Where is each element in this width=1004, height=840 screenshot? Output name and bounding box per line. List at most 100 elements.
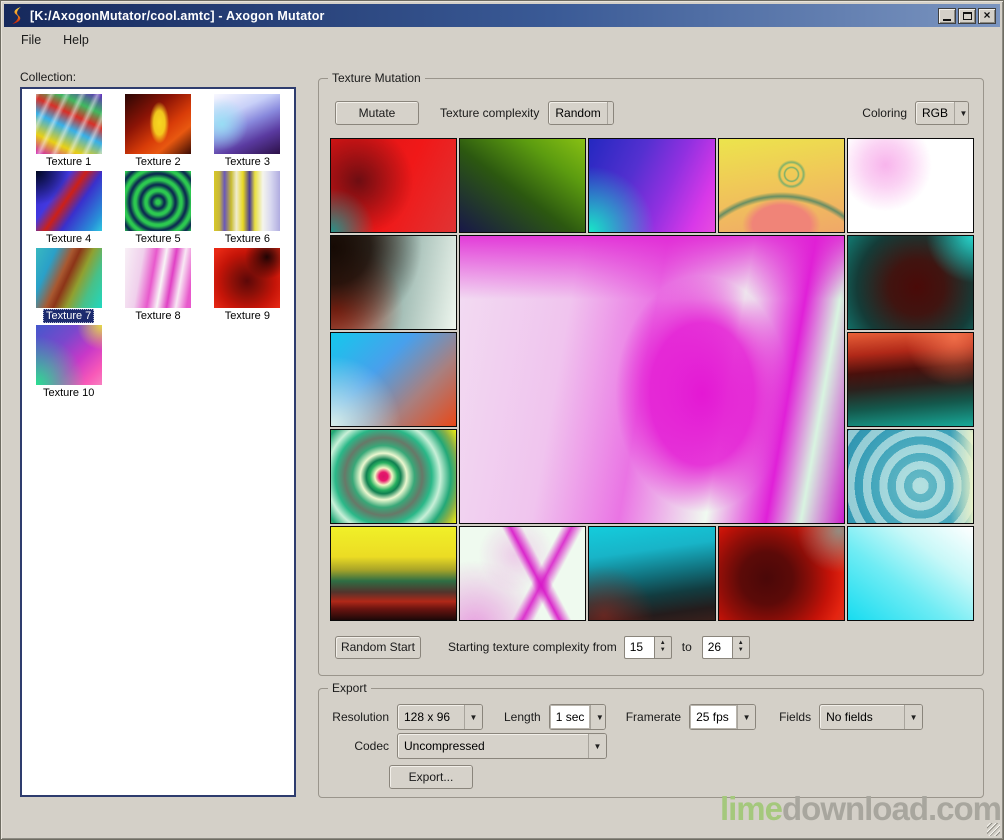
- codec-value: Uncompressed: [398, 734, 588, 758]
- menu-help[interactable]: Help: [54, 30, 98, 50]
- minimize-button[interactable]: [938, 8, 956, 24]
- collection-item[interactable]: Texture 8: [113, 248, 202, 325]
- texture-label: Texture 5: [132, 232, 183, 246]
- spin-down-icon[interactable]: ▼: [660, 647, 666, 654]
- collection-list[interactable]: Texture 1 Texture 2 Texture 3 Texture 4 …: [20, 87, 296, 797]
- chevron-down-icon: ▼: [588, 734, 606, 758]
- spin-up-icon[interactable]: ▲: [738, 640, 744, 647]
- texture-preview-cell[interactable]: [330, 526, 457, 621]
- texture-preview-cell[interactable]: [459, 138, 586, 233]
- texture-preview-cell[interactable]: [330, 429, 457, 524]
- texture-mutation-group: Texture Mutation Mutate Texture complexi…: [318, 78, 984, 676]
- export-group-label: Export: [328, 681, 371, 695]
- random-start-button[interactable]: Random Start: [335, 636, 421, 659]
- spinner-arrows[interactable]: ▲▼: [733, 636, 750, 659]
- complexity-from-spinner[interactable]: 15 ▲▼: [624, 636, 672, 659]
- start-complexity-label: Starting texture complexity from: [448, 640, 617, 654]
- chevron-down-icon: ▼: [954, 102, 969, 124]
- texture-preview-cell[interactable]: [847, 235, 974, 330]
- texture-preview-cell[interactable]: [330, 235, 457, 330]
- texture-label: Texture 8: [132, 309, 183, 323]
- export-button[interactable]: Export...: [389, 765, 473, 789]
- texture-preview-cell[interactable]: [847, 332, 974, 427]
- length-label: Length: [504, 710, 541, 724]
- complexity-to-value[interactable]: 26: [702, 636, 733, 659]
- texture-preview-cell[interactable]: [459, 526, 586, 621]
- fields-label: Fields: [779, 710, 811, 724]
- texture-preview-main[interactable]: [459, 235, 845, 524]
- texture-thumbnail[interactable]: [214, 248, 280, 308]
- texture-preview-cell[interactable]: [847, 138, 974, 233]
- texture-preview-cell[interactable]: [588, 138, 715, 233]
- length-select[interactable]: 1 sec ▼: [549, 704, 606, 730]
- collection-item[interactable]: Texture 5: [113, 171, 202, 248]
- close-button[interactable]: ×: [978, 8, 996, 24]
- texture-preview-cell[interactable]: [330, 332, 457, 427]
- menu-file[interactable]: File: [12, 30, 50, 50]
- collection-item[interactable]: Texture 4: [24, 171, 113, 248]
- framerate-label: Framerate: [626, 710, 681, 724]
- watermark: limedownload.com: [720, 790, 1001, 828]
- texture-thumbnail[interactable]: [125, 94, 191, 154]
- collection-item-selected[interactable]: Texture 7: [24, 248, 113, 325]
- coloring-value: RGB: [916, 102, 954, 124]
- resolution-value: 128 x 96: [398, 705, 464, 729]
- texture-preview-cell[interactable]: [847, 429, 974, 524]
- watermark-rest: download.com: [782, 790, 1001, 827]
- app-window: [K:/AxogonMutator/cool.amtc] - Axogon Mu…: [0, 0, 1004, 840]
- window-title: [K:/AxogonMutator/cool.amtc] - Axogon Mu…: [30, 9, 325, 23]
- spin-down-icon[interactable]: ▼: [738, 647, 744, 654]
- codec-label: Codec: [331, 739, 389, 753]
- texture-preview-cell[interactable]: [718, 138, 845, 233]
- framerate-select[interactable]: 25 fps ▼: [689, 704, 756, 730]
- texture-label: Texture 3: [222, 155, 273, 169]
- collection-item[interactable]: Texture 10: [24, 325, 113, 402]
- texture-thumbnail[interactable]: [214, 171, 280, 231]
- texture-preview-cell[interactable]: [718, 526, 845, 621]
- texture-thumbnail[interactable]: [125, 171, 191, 231]
- texture-label: Texture 10: [40, 386, 97, 400]
- texture-thumbnail[interactable]: [36, 248, 102, 308]
- chevron-down-icon: ▼: [904, 705, 922, 729]
- coloring-select[interactable]: RGB ▼: [915, 101, 969, 125]
- mutate-button[interactable]: Mutate: [335, 101, 419, 125]
- to-label: to: [682, 640, 692, 654]
- export-group: Export Resolution 128 x 96 ▼ Length 1 se…: [318, 688, 984, 798]
- close-icon: ×: [983, 9, 990, 21]
- texture-preview-cell[interactable]: [847, 526, 974, 621]
- spinner-arrows[interactable]: ▲▼: [655, 636, 672, 659]
- collection-item[interactable]: Texture 1: [24, 94, 113, 171]
- texture-complexity-select[interactable]: Random ▼: [548, 101, 614, 125]
- texture-label-selected: Texture 7: [43, 309, 94, 323]
- fields-select[interactable]: No fields ▼: [819, 704, 923, 730]
- texture-thumbnail[interactable]: [36, 171, 102, 231]
- resize-grip[interactable]: [987, 823, 1000, 836]
- complexity-from-value[interactable]: 15: [624, 636, 655, 659]
- texture-thumbnail[interactable]: [36, 94, 102, 154]
- texture-thumbnail[interactable]: [214, 94, 280, 154]
- chevron-down-icon: ▼: [464, 705, 482, 729]
- collection-item[interactable]: Texture 9: [203, 248, 292, 325]
- texture-label: Texture 1: [43, 155, 94, 169]
- maximize-button[interactable]: [958, 8, 976, 24]
- texture-complexity-value: Random: [549, 102, 606, 124]
- texture-label: Texture 2: [132, 155, 183, 169]
- texture-preview-cell[interactable]: [588, 526, 715, 621]
- texture-preview-cell[interactable]: [330, 138, 457, 233]
- complexity-to-spinner[interactable]: 26 ▲▼: [702, 636, 750, 659]
- title-bar[interactable]: [K:/AxogonMutator/cool.amtc] - Axogon Mu…: [4, 4, 1000, 27]
- texture-label: Texture 9: [222, 309, 273, 323]
- collection-item[interactable]: Texture 2: [113, 94, 202, 171]
- spin-up-icon[interactable]: ▲: [660, 640, 666, 647]
- resolution-select[interactable]: 128 x 96 ▼: [397, 704, 483, 730]
- texture-thumbnail[interactable]: [36, 325, 102, 385]
- menu-bar: File Help: [4, 28, 1000, 52]
- fields-value: No fields: [820, 705, 904, 729]
- texture-thumbnail[interactable]: [125, 248, 191, 308]
- texture-label: Texture 4: [43, 232, 94, 246]
- codec-select[interactable]: Uncompressed ▼: [397, 733, 607, 759]
- coloring-label: Coloring: [862, 106, 907, 120]
- collection-item[interactable]: Texture 6: [203, 171, 292, 248]
- texture-label: Texture 6: [222, 232, 273, 246]
- collection-item[interactable]: Texture 3: [203, 94, 292, 171]
